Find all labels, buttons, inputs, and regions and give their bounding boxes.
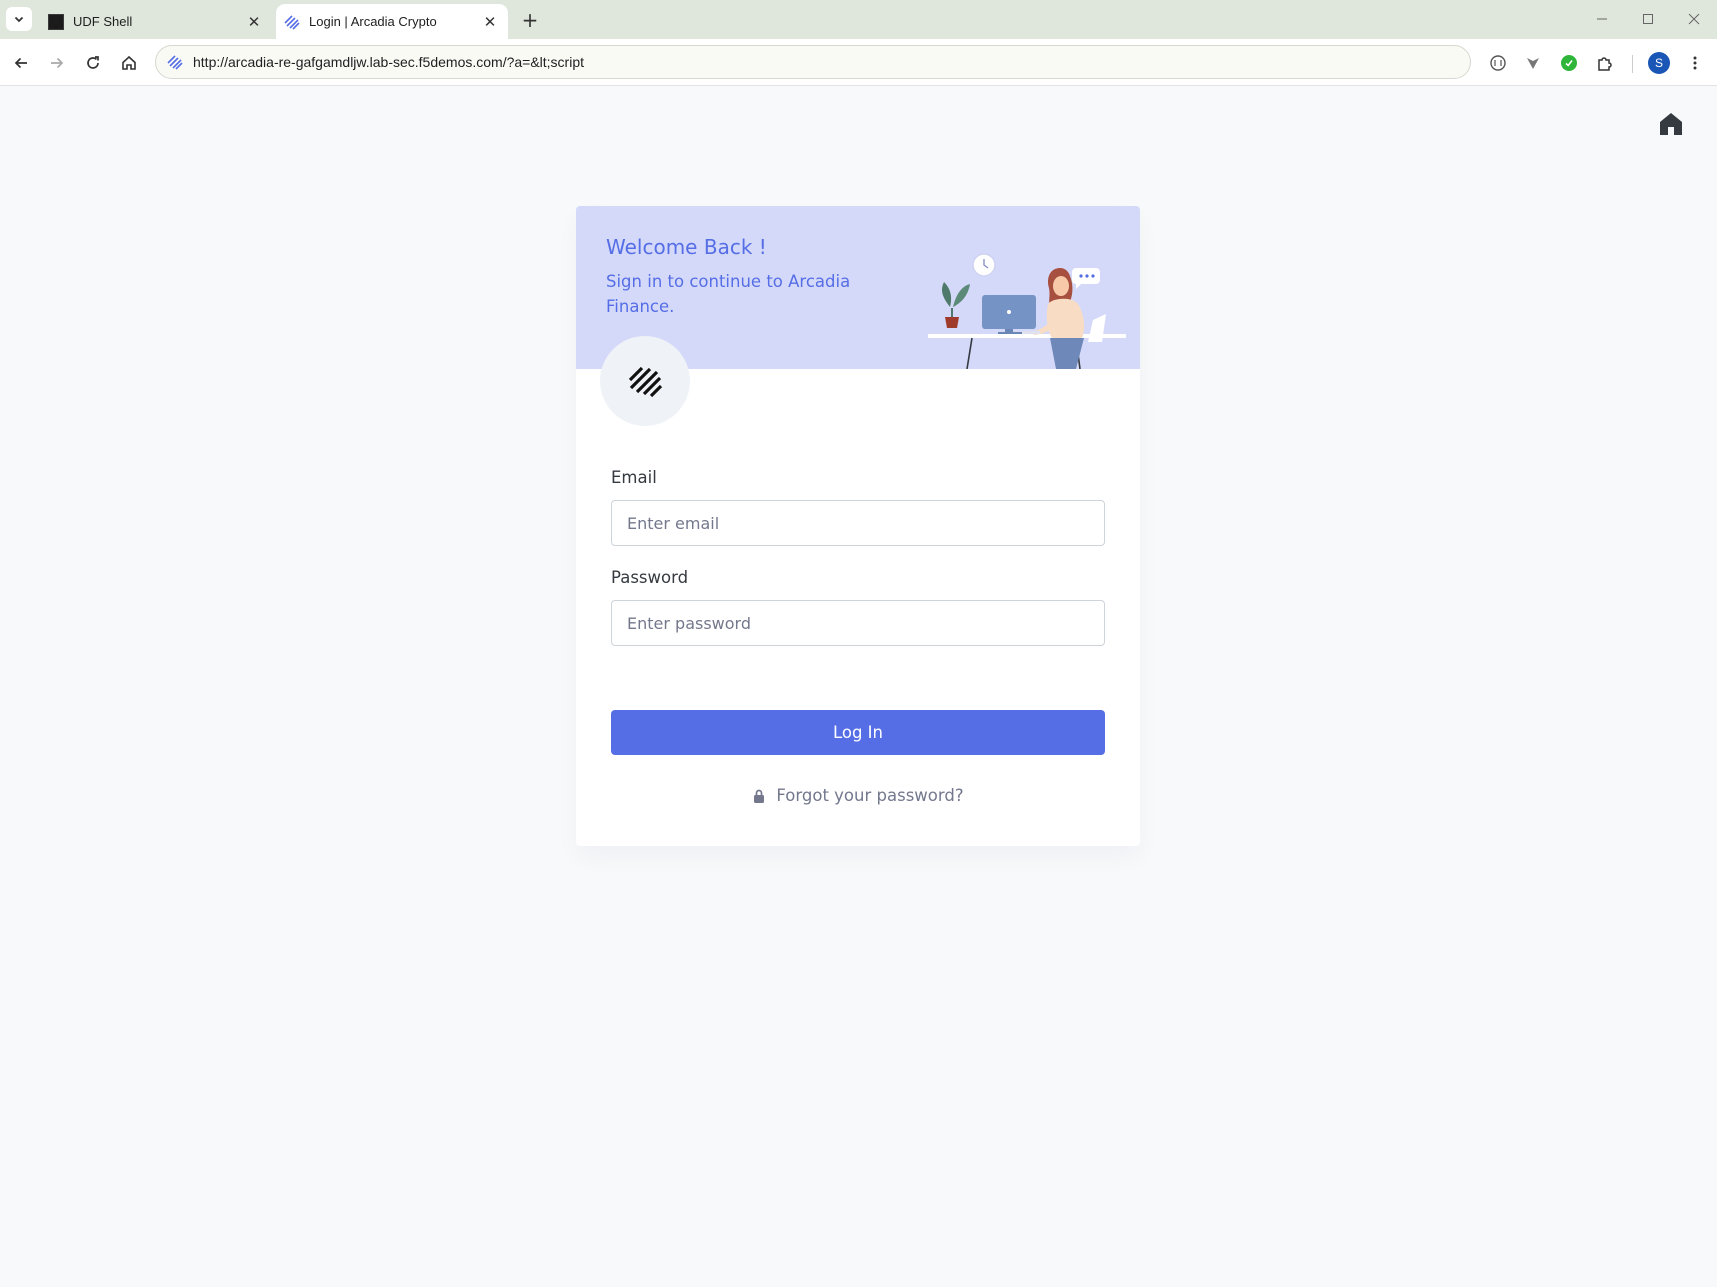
close-icon[interactable]: ✕	[244, 12, 264, 32]
tab-title: Login | Arcadia Crypto	[309, 14, 437, 29]
green-extension-icon	[1561, 55, 1577, 71]
tab-login-arcadia[interactable]: Login | Arcadia Crypto ✕	[276, 4, 508, 39]
office-illustration	[928, 253, 1126, 369]
forgot-password-text: Forgot your password?	[776, 786, 964, 805]
login-button[interactable]: Log In	[611, 710, 1105, 755]
tab-search-button[interactable]	[6, 7, 32, 31]
chevron-down-icon	[14, 16, 24, 23]
minimize-icon	[1597, 18, 1607, 20]
welcome-title: Welcome Back !	[606, 235, 767, 259]
browser-menu-button[interactable]	[1681, 49, 1709, 77]
home-icon	[1660, 113, 1682, 135]
profile-avatar[interactable]: S	[1648, 52, 1670, 74]
email-field[interactable]	[611, 500, 1105, 546]
arrow-left-icon	[14, 57, 27, 69]
site-info-icon[interactable]	[165, 52, 185, 72]
tab-udf-shell[interactable]: UDF Shell ✕	[40, 4, 272, 39]
vpn-icon	[1527, 58, 1539, 69]
translate-icon	[1490, 55, 1506, 71]
home-button[interactable]	[115, 49, 143, 77]
welcome-subtitle: Sign in to continue to Arcadia Finance.	[606, 272, 851, 316]
terminal-icon	[48, 13, 64, 30]
brand-logo	[600, 336, 690, 426]
arcadia-logo-icon	[284, 14, 300, 30]
maximize-button[interactable]	[1626, 4, 1670, 34]
tab-strip: UDF Shell ✕ Login | Arcadia Crypto ✕ +	[0, 0, 1717, 39]
login-card: Welcome Back ! Sign in to continue to Ar…	[576, 206, 1140, 846]
lock-icon	[752, 788, 766, 804]
puzzle-icon	[1598, 57, 1612, 71]
password-label: Password	[611, 568, 689, 587]
minimize-button[interactable]	[1580, 4, 1624, 34]
extension-button[interactable]	[1484, 49, 1512, 77]
close-icon	[1688, 13, 1700, 25]
extension-button[interactable]	[1555, 49, 1583, 77]
email-label: Email	[611, 468, 657, 487]
home-icon	[122, 55, 136, 70]
arrow-right-icon	[51, 57, 64, 69]
browser-toolbar: http://arcadia-re-gafgamdljw.lab-sec.f5d…	[0, 39, 1717, 86]
close-window-button[interactable]	[1672, 4, 1716, 34]
extensions-button[interactable]	[1591, 49, 1619, 77]
password-field[interactable]	[611, 600, 1105, 646]
maximize-icon	[1643, 14, 1653, 24]
reload-button[interactable]	[79, 49, 107, 77]
more-vertical-icon	[1693, 56, 1697, 70]
toolbar-divider	[1632, 55, 1633, 73]
forgot-password-link[interactable]: Forgot your password?	[576, 786, 1140, 805]
arcadia-logo-icon	[628, 366, 663, 398]
url-text: http://arcadia-re-gafgamdljw.lab-sec.f5d…	[193, 54, 585, 70]
new-tab-button[interactable]: +	[518, 8, 542, 32]
home-link[interactable]	[1657, 110, 1685, 138]
address-bar[interactable]: http://arcadia-re-gafgamdljw.lab-sec.f5d…	[155, 45, 1471, 79]
close-icon[interactable]: ✕	[480, 12, 500, 32]
reload-icon	[87, 56, 99, 69]
tab-title: UDF Shell	[73, 14, 133, 29]
forward-button[interactable]	[43, 49, 71, 77]
extension-button[interactable]	[1519, 49, 1547, 77]
back-button[interactable]	[7, 49, 35, 77]
